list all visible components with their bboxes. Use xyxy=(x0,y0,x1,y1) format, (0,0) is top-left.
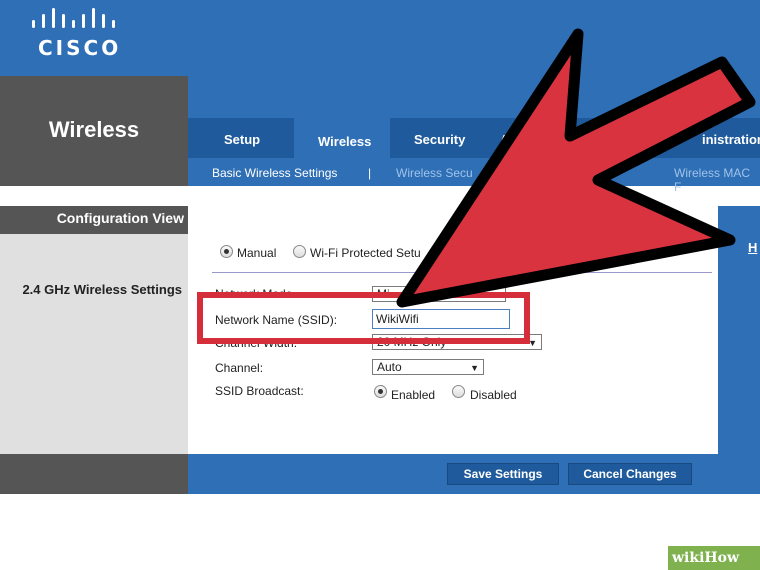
left-footer xyxy=(0,454,188,494)
config-view-label: Configuration View xyxy=(56,210,184,226)
cisco-bars-icon xyxy=(32,8,115,28)
help-link[interactable]: H xyxy=(748,240,757,255)
ssid-broadcast-label: SSID Broadcast: xyxy=(215,384,304,398)
page-title: Wireless xyxy=(48,117,140,142)
cisco-logo: cisco xyxy=(30,6,130,60)
ssid-enabled-radio[interactable] xyxy=(374,385,387,398)
tab-administration[interactable]: inistration xyxy=(702,132,760,147)
channel-value: Auto xyxy=(377,360,402,374)
mode-manual-label: Manual xyxy=(237,246,277,260)
highlight-box xyxy=(197,292,530,344)
divider xyxy=(212,272,712,273)
tab-wireless[interactable]: Wireless xyxy=(318,134,371,149)
cisco-wordmark: cisco xyxy=(38,36,122,60)
channel-select[interactable]: Auto ▼ xyxy=(372,359,484,375)
tab-setup[interactable]: Setup xyxy=(224,132,260,147)
tab-access[interactable]: A xyxy=(500,132,509,147)
ssid-enabled-label: Enabled xyxy=(391,388,436,402)
ssid-disabled-radio[interactable] xyxy=(452,385,465,398)
mode-wps-label: Wi-Fi Protected Setu xyxy=(310,246,421,260)
left-section-panel xyxy=(0,234,188,454)
chevron-down-icon: ▼ xyxy=(470,363,479,373)
save-settings-button[interactable]: Save Settings xyxy=(447,463,559,485)
subtab-wireless-security[interactable]: Wireless Secu xyxy=(396,166,473,180)
subtab-wireless-mac[interactable]: Wireless MAC F xyxy=(674,166,760,194)
left-spacer xyxy=(0,186,188,206)
mode-manual-radio[interactable] xyxy=(220,245,233,258)
tab-security[interactable]: Security xyxy=(414,132,465,147)
channel-label: Channel: xyxy=(215,361,264,375)
cancel-changes-button[interactable]: Cancel Changes xyxy=(568,463,692,485)
mode-wps-radio[interactable] xyxy=(293,245,306,258)
ssid-disabled-label: Disabled xyxy=(470,388,517,402)
section-label: 2.4 GHz Wireless Settings xyxy=(22,282,182,297)
watermark-logo: wikiHow xyxy=(672,550,740,566)
right-footer xyxy=(718,454,760,494)
subtab-basic-wireless[interactable]: Basic Wireless Settings xyxy=(212,166,337,180)
subtab-separator: | xyxy=(368,166,372,180)
tab-strip xyxy=(188,118,760,158)
